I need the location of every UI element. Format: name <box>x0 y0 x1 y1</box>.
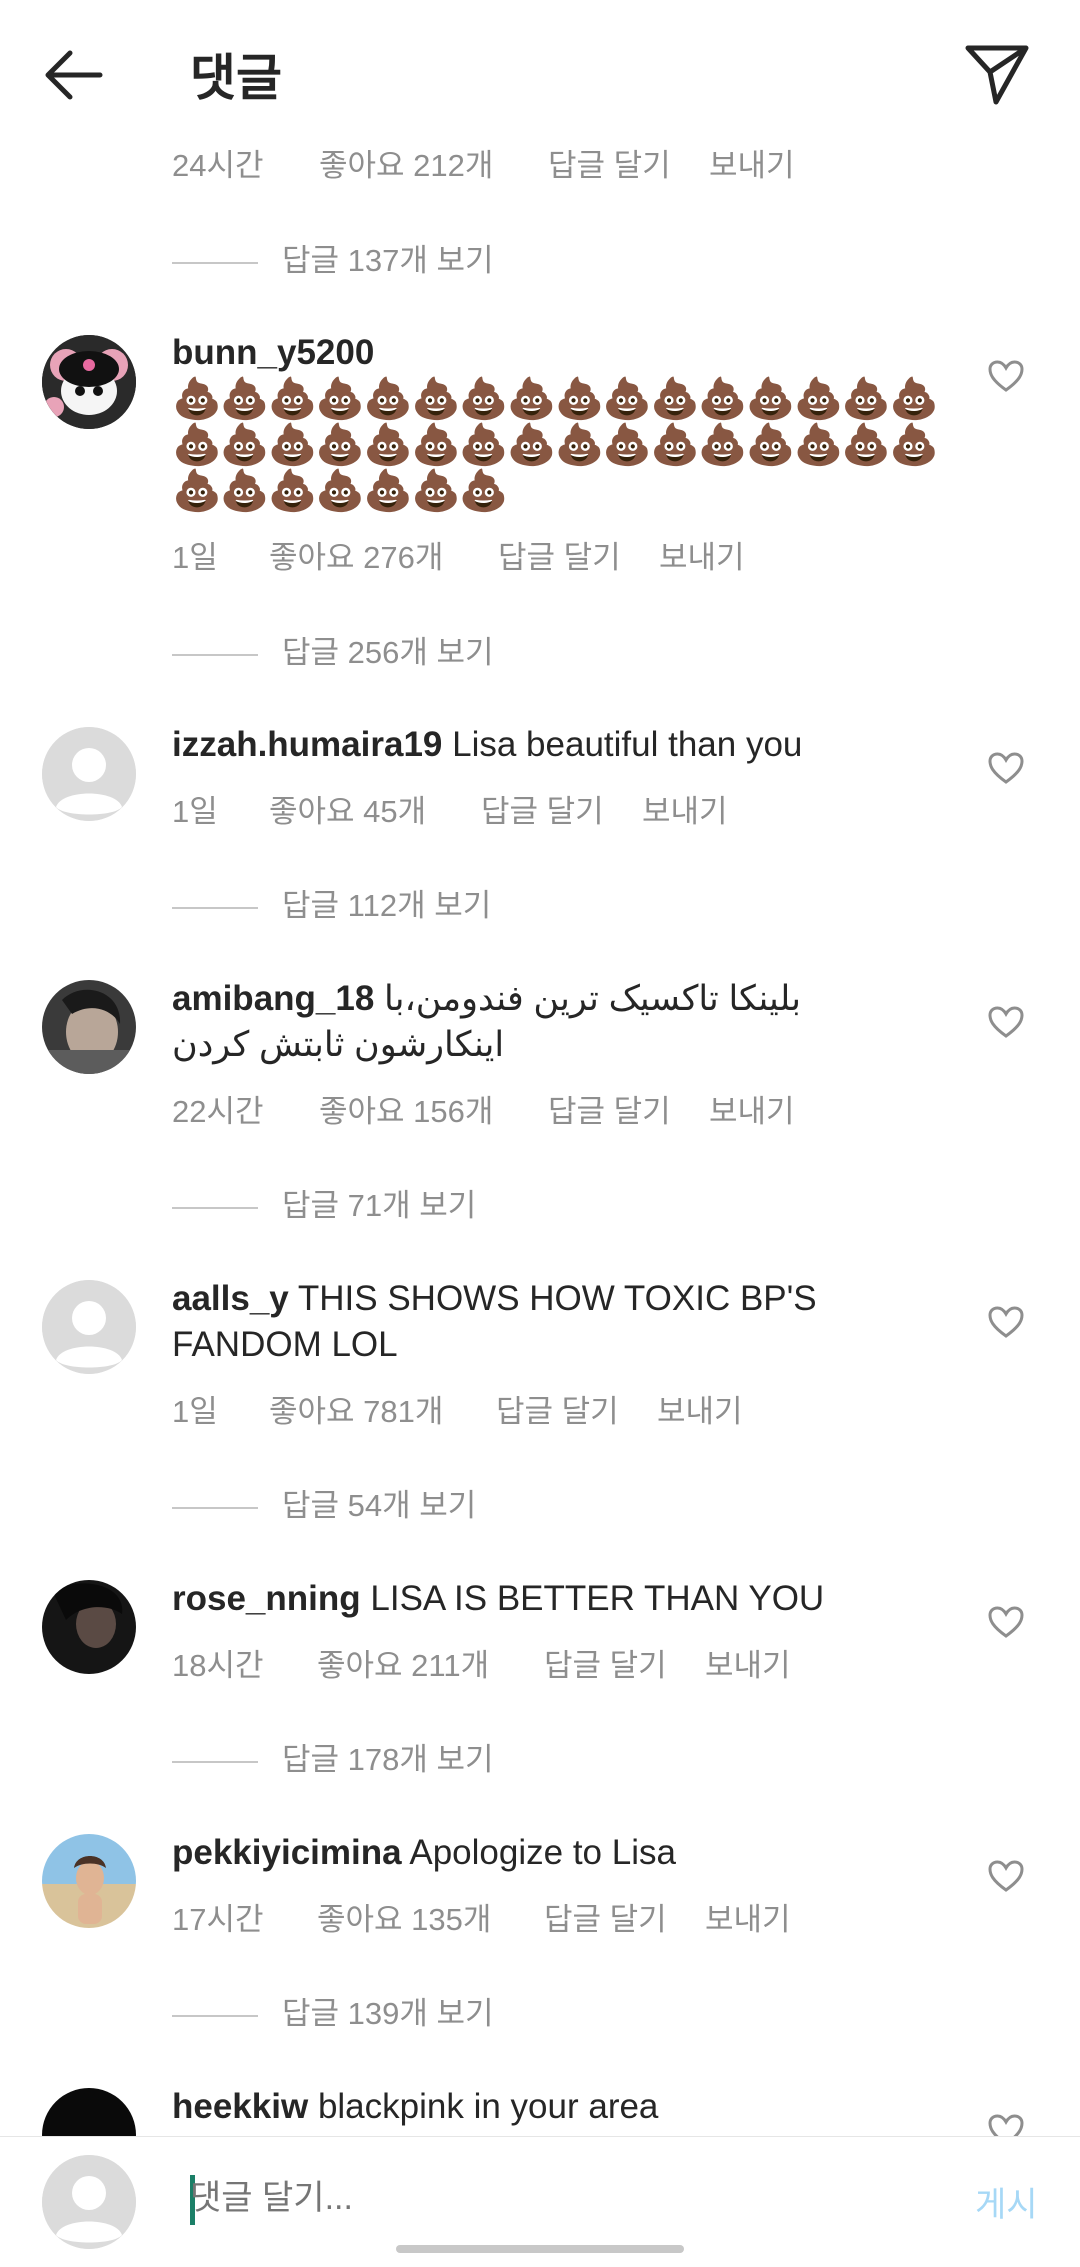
comment-time: 1일 <box>172 1394 218 1429</box>
avatar[interactable] <box>42 980 136 1074</box>
send-button[interactable]: 보내기 <box>642 786 728 831</box>
heart-icon[interactable] <box>988 752 1024 784</box>
comment-text: aalls_y THIS SHOWS HOW TOXIC BP'S FANDOM… <box>172 1276 942 1368</box>
comment-text: amibang_18 بلینکا تاکسیک ترین فندومن،با … <box>172 976 942 1068</box>
comment-meta: 22시간 좋아요 156개 답글 달기 보내기 <box>172 1086 972 1129</box>
send-button[interactable]: 보내기 <box>709 140 795 185</box>
comment-body: Lisa beautiful than you <box>452 725 803 764</box>
reply-button[interactable]: 답글 달기 <box>481 786 604 831</box>
view-replies[interactable]: 답글 71개 보기 <box>172 1180 476 1225</box>
heart-icon[interactable] <box>988 1006 1024 1038</box>
comment-username[interactable]: izzah.humaira19 <box>172 725 442 764</box>
comment-meta: 17시간 좋아요 135개 답글 달기 보내기 <box>172 1894 972 1937</box>
avatar[interactable] <box>42 335 136 429</box>
divider-line <box>172 261 258 264</box>
comment-meta: 1일 좋아요 45개 답글 달기 보내기 <box>172 786 972 829</box>
divider-line <box>172 1760 258 1763</box>
view-replies[interactable]: 답글 54개 보기 <box>172 1480 476 1525</box>
comment-likes[interactable]: 좋아요 135개 <box>317 1894 491 1939</box>
send-button[interactable]: 보내기 <box>709 1086 795 1131</box>
avatar[interactable] <box>42 1280 136 1374</box>
divider-line <box>172 906 258 909</box>
view-replies[interactable]: 답글 256개 보기 <box>172 627 494 672</box>
comment-text: bunn_y5200 💩💩💩💩💩💩💩💩💩💩💩💩💩💩💩💩💩💩💩💩💩💩💩💩💩💩💩💩💩… <box>172 330 942 513</box>
comment-time: 22시간 <box>172 1094 264 1129</box>
default-avatar-icon <box>42 727 136 821</box>
comment-likes[interactable]: 좋아요 212개 <box>319 140 493 185</box>
comment-likes[interactable]: 좋아요 156개 <box>319 1086 493 1131</box>
reply-button[interactable]: 답글 달기 <box>548 140 671 185</box>
comment-text: rose_nning LISA IS BETTER THAN YOU <box>172 1576 942 1622</box>
send-button[interactable]: 보내기 <box>705 1640 791 1685</box>
user-photo-avatar <box>42 1580 136 1674</box>
comment-username[interactable]: aalls_y <box>172 1279 289 1318</box>
avatar[interactable] <box>42 1834 136 1928</box>
comment-body: blackpink in your area <box>317 2087 659 2126</box>
send-button[interactable]: 보내기 <box>659 532 745 577</box>
avatar[interactable] <box>42 1580 136 1674</box>
heart-icon[interactable] <box>988 1606 1024 1638</box>
kuromi-avatar-image <box>42 335 136 429</box>
comment-time: 24시간 <box>172 148 264 183</box>
reply-button[interactable]: 답글 달기 <box>544 1894 667 1939</box>
comment-likes[interactable]: 좋아요 781개 <box>269 1386 443 1431</box>
comment-meta: 24시간 좋아요 212개 답글 달기 보내기 <box>172 140 972 183</box>
post-button[interactable]: 게시 <box>975 2177 1038 2226</box>
comment-username[interactable]: heekkiw <box>172 2087 308 2126</box>
divider-line <box>172 1206 258 1209</box>
user-photo-avatar <box>42 980 136 1074</box>
arrow-left-icon[interactable] <box>40 42 106 108</box>
view-replies[interactable]: 답글 137개 보기 <box>172 235 494 280</box>
send-button[interactable]: 보내기 <box>705 1894 791 1939</box>
divider-line <box>172 653 258 656</box>
comment-time: 1일 <box>172 794 218 829</box>
comment-likes[interactable]: 좋아요 45개 <box>269 786 426 831</box>
comment-body: Apologize to Lisa <box>409 1833 676 1872</box>
comment-text: pekkiyicimina Apologize to Lisa <box>172 1830 942 1876</box>
comment-username[interactable]: amibang_18 <box>172 979 374 1018</box>
divider-line <box>172 2014 258 2017</box>
view-replies[interactable]: 답글 178개 보기 <box>172 1734 494 1779</box>
default-avatar-icon <box>42 2155 136 2249</box>
my-avatar <box>42 2155 136 2249</box>
comment-text: heekkiw blackpink in your area <box>172 2084 942 2130</box>
divider-line <box>172 1506 258 1509</box>
heart-icon[interactable] <box>988 360 1024 392</box>
comment-time: 17시간 <box>172 1902 264 1937</box>
reply-button[interactable]: 답글 달기 <box>548 1086 671 1131</box>
comment-body: LISA IS BETTER THAN YOU <box>370 1579 825 1618</box>
avatar[interactable] <box>42 727 136 821</box>
comment-likes[interactable]: 좋아요 276개 <box>269 532 443 577</box>
page-title: 댓글 <box>190 50 282 106</box>
comment-likes[interactable]: 좋아요 211개 <box>317 1640 489 1685</box>
comment-username[interactable]: pekkiyicimina <box>172 1833 402 1872</box>
reply-button[interactable]: 답글 달기 <box>544 1640 667 1685</box>
comment-meta: 1일 좋아요 781개 답글 달기 보내기 <box>172 1386 972 1429</box>
comment-input[interactable] <box>188 2167 952 2229</box>
comment-time: 18시간 <box>172 1648 264 1683</box>
view-replies[interactable]: 답글 139개 보기 <box>172 1988 494 2033</box>
user-photo-avatar <box>42 1834 136 1928</box>
heart-icon[interactable] <box>988 1306 1024 1338</box>
reply-button[interactable]: 답글 달기 <box>496 1386 619 1431</box>
heart-icon[interactable] <box>988 1860 1024 1892</box>
view-replies[interactable]: 답글 112개 보기 <box>172 880 491 925</box>
comment-body: 💩💩💩💩💩💩💩💩💩💩💩💩💩💩💩💩💩💩💩💩💩💩💩💩💩💩💩💩💩💩💩💩💩💩💩💩💩💩💩 <box>172 377 939 513</box>
default-avatar-icon <box>42 1280 136 1374</box>
comment-username[interactable]: rose_nning <box>172 1579 361 1618</box>
home-indicator[interactable] <box>396 2245 684 2253</box>
comment-text: izzah.humaira19 Lisa beautiful than you <box>172 722 942 768</box>
comment-username[interactable]: bunn_y5200 <box>172 330 942 376</box>
comment-time: 1일 <box>172 540 218 575</box>
paper-plane-icon[interactable] <box>962 40 1032 110</box>
comment-meta: 1일 좋아요 276개 답글 달기 보내기 <box>172 532 972 575</box>
comment-meta: 18시간 좋아요 211개 답글 달기 보내기 <box>172 1640 972 1683</box>
send-button[interactable]: 보내기 <box>657 1386 743 1431</box>
reply-button[interactable]: 답글 달기 <box>498 532 621 577</box>
header: 댓글 <box>0 0 1080 140</box>
